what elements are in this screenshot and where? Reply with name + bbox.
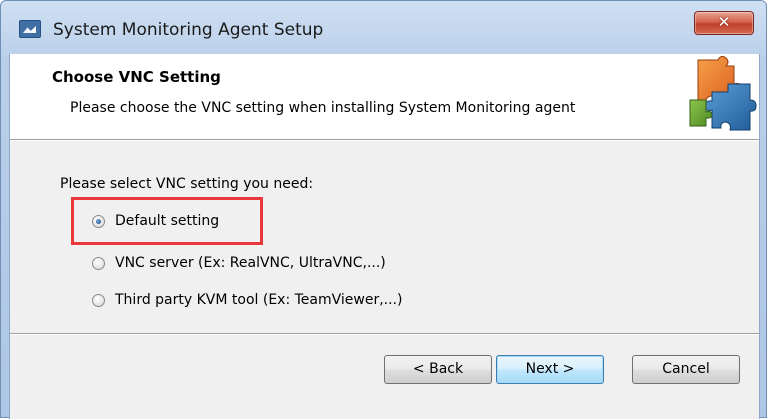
highlight-annotation-box [71,197,263,245]
page-subtitle: Please choose the VNC setting when insta… [70,100,576,116]
page-title: Choose VNC Setting [52,68,221,86]
window-title: System Monitoring Agent Setup [53,20,324,40]
back-button[interactable]: < Back [384,355,492,384]
vnc-setting-prompt: Please select VNC setting you need: [60,176,314,192]
title-bar[interactable]: System Monitoring Agent Setup ✕ [1,1,766,49]
header-divider [10,139,759,141]
radio-label-third-party-kvm[interactable]: Third party KVM tool (Ex: TeamViewer,...… [115,292,402,308]
setup-app-icon [19,20,41,38]
radio-label-vnc-server[interactable]: VNC server (Ex: RealVNC, UltraVNC,...) [115,255,386,271]
footer-divider [10,333,759,335]
radio-unselected-indicator[interactable] [92,257,105,270]
wizard-header: Choose VNC Setting Please choose the VNC… [10,54,759,139]
next-button[interactable]: Next > [496,355,604,384]
close-button[interactable]: ✕ [694,11,754,35]
installer-window: System Monitoring Agent Setup ✕ Choose V… [0,0,767,419]
puzzle-pieces-icon [689,55,757,131]
wizard-client-area: Choose VNC Setting Please choose the VNC… [9,54,760,419]
cancel-button[interactable]: Cancel [632,355,740,384]
radio-unselected-indicator[interactable] [92,294,105,307]
